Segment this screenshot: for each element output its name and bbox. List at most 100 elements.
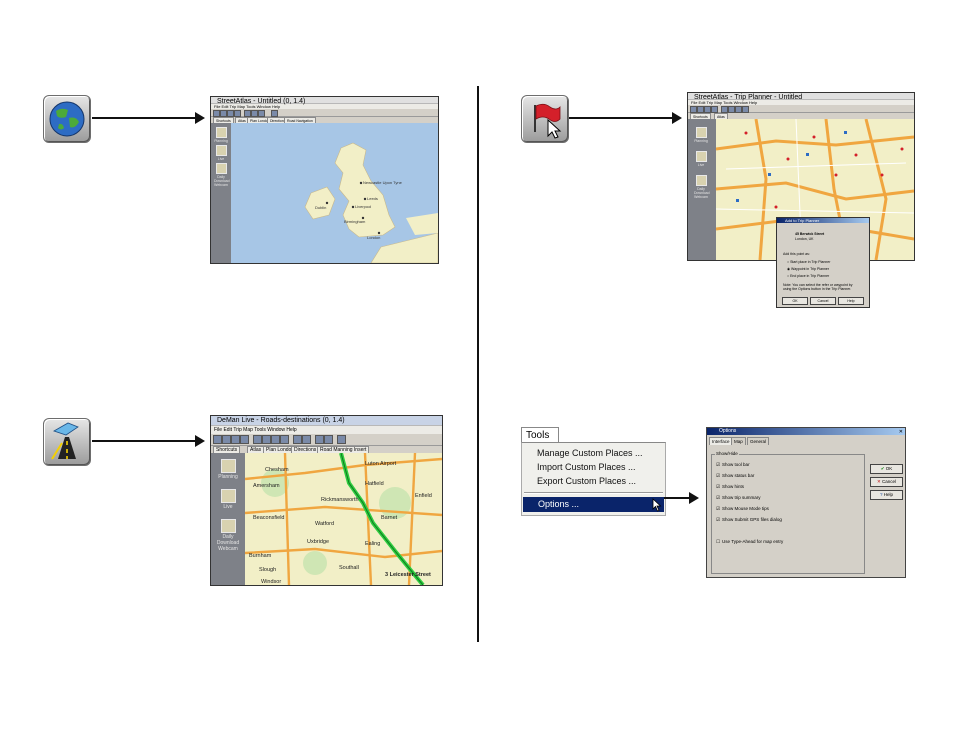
toolbar-button[interactable] xyxy=(244,110,251,117)
menu-item-manage-custom-places[interactable]: Manage Custom Places ... xyxy=(537,447,643,459)
place-label: Burnham xyxy=(249,553,272,559)
toolbar-button[interactable] xyxy=(697,106,704,113)
place-label: Southall xyxy=(339,565,359,571)
place-label: Hatfield xyxy=(365,481,384,487)
check-show-submit-gps[interactable]: Show Submit GPS files dialog xyxy=(716,517,782,524)
toolbar-button[interactable] xyxy=(253,435,262,444)
column-divider xyxy=(477,86,479,642)
toolbar-button[interactable] xyxy=(293,435,302,444)
sidebar-item-planning[interactable]: Planning xyxy=(215,459,241,480)
toolbar-button[interactable] xyxy=(337,435,346,444)
pointer-arrow xyxy=(92,112,205,124)
menu-item-import-custom-places[interactable]: Import Custom Places ... xyxy=(537,461,636,473)
place-label-leeds: Leeds xyxy=(367,196,378,201)
window-title: DeMan Live - Roads-destinations (0, 1.4) xyxy=(217,417,345,424)
sidebar-item-planning[interactable]: Planning xyxy=(694,127,708,143)
cancel-button[interactable]: ✕ Cancel xyxy=(870,477,903,487)
place-label-london: London xyxy=(367,235,380,240)
route-button[interactable] xyxy=(43,418,91,466)
place-label: Luton Airport xyxy=(365,461,397,467)
sidebar-item-webcam[interactable]: Daily Download Webcam xyxy=(215,519,241,552)
tab-map[interactable]: Map xyxy=(731,437,746,445)
sidebar-item-webcam[interactable]: Daily Download Webcam xyxy=(214,163,230,187)
toolbar-button[interactable] xyxy=(704,106,711,113)
add-place-flag-icon xyxy=(534,103,562,139)
place-label: Slough xyxy=(259,567,276,573)
toolbar xyxy=(211,434,442,446)
dialog-title: Add to Trip Planner xyxy=(777,218,869,223)
toolbar-button[interactable] xyxy=(220,110,227,117)
toolbar xyxy=(211,109,438,117)
sidebar-item-live[interactable]: Live xyxy=(215,489,241,510)
show-hide-group: Show/Hide xyxy=(711,451,865,574)
toolbar-button[interactable] xyxy=(227,110,234,117)
place-label: Beaconsfield xyxy=(253,515,285,521)
toolbar-button[interactable] xyxy=(271,110,278,117)
ok-button[interactable]: OK xyxy=(782,297,808,305)
place-label: Watford xyxy=(315,521,334,527)
map-view[interactable]: Newcastle Upon Tyne Leeds Liverpool Birm… xyxy=(231,123,438,263)
globe-icon-button[interactable] xyxy=(43,95,91,143)
toolbar-button[interactable] xyxy=(262,435,271,444)
toolbar-button[interactable] xyxy=(231,435,240,444)
tab-interface[interactable]: Interface xyxy=(709,437,733,445)
place-label: Windsor xyxy=(261,579,281,585)
pointer-arrow xyxy=(92,435,205,447)
shortcut-sidebar: Planning Live Daily Download Webcam xyxy=(688,119,716,260)
toolbar-button[interactable] xyxy=(324,435,333,444)
globe-icon xyxy=(49,101,85,137)
toolbar-button[interactable] xyxy=(258,110,265,117)
options-dialog: Options ✕ Interface Map General Show/Hid… xyxy=(706,427,906,578)
check-show-tool-bar[interactable]: Show tool bar xyxy=(716,462,750,469)
check-type-ahead[interactable]: Use Type-Ahead for map entry xyxy=(716,539,783,546)
toolbar-button[interactable] xyxy=(240,435,249,444)
sidebar-item-planning[interactable]: Planning xyxy=(214,127,228,143)
toolbar-button[interactable] xyxy=(271,435,280,444)
place-label: Chesham xyxy=(265,467,289,473)
toolbar-button[interactable] xyxy=(251,110,258,117)
help-button[interactable]: ? Help xyxy=(870,490,903,500)
sidebar-item-webcam[interactable]: Daily Download Webcam xyxy=(694,175,710,199)
toolbar-button[interactable] xyxy=(735,106,742,113)
toolbar-button[interactable] xyxy=(721,106,728,113)
radio-start[interactable]: ○ Start place in Trip Planner xyxy=(787,260,830,264)
sidebar-item-live[interactable]: Live xyxy=(694,151,708,167)
toolbar-button[interactable] xyxy=(234,110,241,117)
check-show-status-bar[interactable]: Show status bar xyxy=(716,473,754,480)
address-line: London, UK xyxy=(795,237,814,241)
toolbar-button[interactable] xyxy=(302,435,311,444)
tools-menu-list: Manage Custom Places ... Import Custom P… xyxy=(521,442,666,516)
toolbar-button[interactable] xyxy=(213,435,222,444)
map-view[interactable]: Luton Airport Chesham Amersham Hatfield … xyxy=(245,453,442,585)
toolbar-button[interactable] xyxy=(222,435,231,444)
cancel-button[interactable]: Cancel xyxy=(810,297,836,305)
menu-item-export-custom-places[interactable]: Export Custom Places ... xyxy=(537,475,636,487)
mouse-cursor-icon xyxy=(652,498,662,512)
pointer-arrow xyxy=(569,112,682,124)
place-label: Rickmansworth xyxy=(321,497,359,503)
toolbar-button[interactable] xyxy=(742,106,749,113)
menu-bar[interactable]: File Edit Trip Map Tools Window Help xyxy=(211,426,442,434)
check-show-trip-summary[interactable]: Show trip summary xyxy=(716,495,761,502)
add-to-trip-dialog: Add to Trip Planner 45 Berwick Street Lo… xyxy=(776,217,870,308)
toolbar-button[interactable] xyxy=(711,106,718,113)
menu-item-options[interactable]: Options ... xyxy=(523,497,664,512)
ok-button[interactable]: ✔ OK xyxy=(870,464,903,474)
toolbar-button[interactable] xyxy=(728,106,735,113)
place-label: Uxbridge xyxy=(307,539,329,545)
check-show-hints[interactable]: Show hints xyxy=(716,484,744,491)
toolbar-button[interactable] xyxy=(315,435,324,444)
sidebar-item-live[interactable]: Live xyxy=(214,145,228,161)
toolbar-button[interactable] xyxy=(280,435,289,444)
tab-general[interactable]: General xyxy=(747,437,770,445)
tools-menu-header[interactable]: Tools xyxy=(521,427,559,443)
radio-waypoint[interactable]: ◉ Waypoint in Trip Planner xyxy=(787,267,829,271)
toolbar-button[interactable] xyxy=(213,110,220,117)
add-place-button[interactable] xyxy=(521,95,569,143)
menu-separator xyxy=(524,492,663,494)
close-icon[interactable]: ✕ xyxy=(899,429,903,435)
toolbar-button[interactable] xyxy=(690,106,697,113)
check-show-mouse-mode-tips[interactable]: Show Mouse Mode tips xyxy=(716,506,769,513)
radio-end[interactable]: ○ End place in Trip Planner xyxy=(787,274,829,278)
help-button[interactable]: Help xyxy=(838,297,864,305)
